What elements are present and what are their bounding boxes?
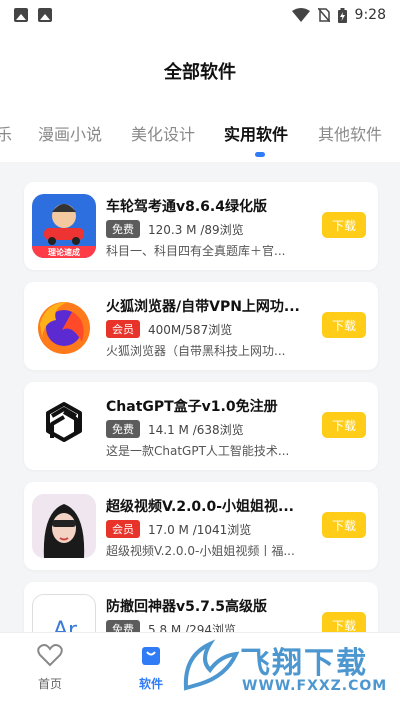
download-button[interactable]: 下载 xyxy=(322,212,366,238)
app-name: 超级视频V.2.0.0-小姐姐视... xyxy=(106,499,294,515)
status-bar: 9:28 xyxy=(0,0,400,30)
nav-software[interactable]: 软件 xyxy=(121,643,181,692)
bird-logo-icon xyxy=(183,639,240,691)
image-notification-icon xyxy=(14,8,28,22)
app-name: ChatGPT盒子v1.0免注册 xyxy=(106,399,278,415)
watermark-text: 飞翔下载 xyxy=(240,646,368,681)
app-list: 理论速成 车轮驾考通v8.6.4绿化版 免费 120.3 M /89浏览 科目一… xyxy=(0,162,400,632)
car-driving-icon: 理论速成 xyxy=(32,194,96,258)
list-item[interactable]: 理论速成 车轮驾考通v8.6.4绿化版 免费 120.3 M /89浏览 科目一… xyxy=(24,182,378,270)
list-item[interactable]: Ar 防撤回神器v5.7.5高级版 免费 5.8 M /294浏览 下载 xyxy=(24,582,378,632)
app-meta: 免费 120.3 M /89浏览 xyxy=(106,220,244,238)
site-watermark: 飞翔下载 WWW.FXXZ.COM xyxy=(180,632,390,700)
size-views: 17.0 M /1041浏览 xyxy=(148,522,252,537)
list-item[interactable]: 火狐浏览器/自带VPN上网功... 会员 400M/587浏览 火狐浏览器（自带… xyxy=(24,282,378,370)
size-views: 14.1 M /638浏览 xyxy=(148,422,244,437)
tab-partial[interactable]: 乐 xyxy=(0,121,12,145)
vip-badge: 会员 xyxy=(106,320,140,338)
video-girl-icon xyxy=(32,494,96,558)
app-meta: 会员 17.0 M /1041浏览 xyxy=(106,520,251,538)
list-item[interactable]: ChatGPT盒子v1.0免注册 免费 14.1 M /638浏览 这是一款Ch… xyxy=(24,382,378,470)
bag-icon xyxy=(142,647,160,665)
download-button[interactable]: 下载 xyxy=(322,312,366,338)
app-meta: 免费 5.8 M /294浏览 xyxy=(106,620,236,632)
app-meta: 会员 400M/587浏览 xyxy=(106,320,232,338)
app-meta: 免费 14.1 M /638浏览 xyxy=(106,420,244,438)
app-icon-caption: Ar xyxy=(53,618,78,632)
size-views: 5.8 M /294浏览 xyxy=(148,622,237,633)
app-icon-caption: 理论速成 xyxy=(48,247,80,257)
vip-badge: 会员 xyxy=(106,520,140,538)
nav-software-label: 软件 xyxy=(138,677,163,691)
wifi-icon xyxy=(291,8,310,22)
anti-recall-icon: Ar xyxy=(32,594,96,632)
size-views: 400M/587浏览 xyxy=(148,322,233,337)
category-tabs: 乐 漫画小说 美化设计 实用软件 其他软件 xyxy=(0,112,400,162)
app-description: 科目一、科目四有全真题库＋官... xyxy=(106,244,286,258)
tab-utility-software[interactable]: 实用软件 xyxy=(224,121,288,145)
download-button[interactable]: 下载 xyxy=(322,512,366,538)
app-description: 这是一款ChatGPT人工智能技术... xyxy=(106,444,290,458)
app-description: 火狐浏览器（自带黑科技上网功... xyxy=(106,344,286,358)
page-title: 全部软件 xyxy=(164,62,236,83)
firefox-icon xyxy=(32,294,96,358)
nav-home-label: 首页 xyxy=(37,677,62,691)
nav-home[interactable]: 首页 xyxy=(20,643,80,692)
tab-comics-novels[interactable]: 漫画小说 xyxy=(38,121,102,145)
gallery-notification-icon xyxy=(38,8,52,22)
free-badge: 免费 xyxy=(106,220,140,238)
no-sim-icon xyxy=(317,8,330,22)
list-item[interactable]: 超级视频V.2.0.0-小姐姐视... 会员 17.0 M /1041浏览 超级… xyxy=(24,482,378,570)
app-description: 超级视频V.2.0.0-小姐姐视频丨福... xyxy=(106,544,295,558)
app-name: 火狐浏览器/自带VPN上网功... xyxy=(106,299,300,315)
free-badge: 免费 xyxy=(106,620,140,632)
status-time: 9:28 xyxy=(354,7,386,23)
tab-design[interactable]: 美化设计 xyxy=(131,121,195,145)
download-button[interactable]: 下载 xyxy=(322,412,366,438)
app-name: 车轮驾考通v8.6.4绿化版 xyxy=(106,199,267,215)
size-views: 120.3 M /89浏览 xyxy=(148,222,244,237)
active-tab-indicator xyxy=(255,152,265,157)
tab-other-software[interactable]: 其他软件 xyxy=(318,121,382,145)
download-button[interactable]: 下载 xyxy=(322,612,366,632)
page-header: 全部软件 xyxy=(0,30,400,112)
app-name: 防撤回神器v5.7.5高级版 xyxy=(106,599,267,615)
watermark-url: WWW.FXXZ.COM xyxy=(242,678,388,694)
free-badge: 免费 xyxy=(106,420,140,438)
battery-icon xyxy=(337,7,347,23)
chatgpt-icon xyxy=(32,394,96,458)
heart-icon xyxy=(37,644,63,667)
